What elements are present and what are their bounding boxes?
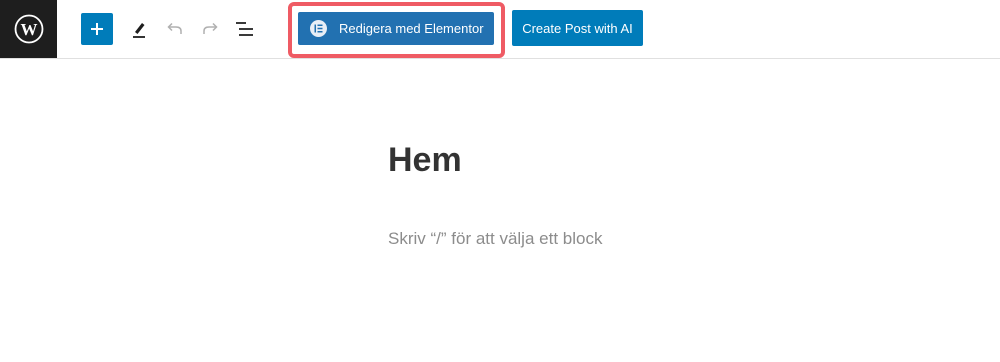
editor-toolbar: W Redigera med Elementor Create Post wit… [0,0,1000,59]
list-view-icon [236,22,253,36]
post-title[interactable]: Hem [388,138,462,182]
tools-button[interactable] [123,13,155,45]
elementor-icon [310,20,327,37]
redo-icon [203,22,218,34]
list-view-button[interactable] [229,13,261,45]
add-block-button[interactable] [81,13,113,45]
wordpress-logo-button[interactable]: W [0,0,57,58]
undo-icon [167,22,182,34]
undo-button[interactable] [159,13,191,45]
plus-icon [91,23,103,35]
edit-with-elementor-button[interactable]: Redigera med Elementor [298,12,494,45]
create-post-with-ai-button[interactable]: Create Post with AI [512,10,643,46]
redo-button[interactable] [194,13,226,45]
block-placeholder[interactable]: Skriv “/” för att välja ett block [388,228,602,250]
create-post-with-ai-label: Create Post with AI [522,20,633,36]
svg-text:W: W [20,20,37,39]
wordpress-logo-icon: W [14,14,43,44]
edit-with-elementor-label: Redigera med Elementor [339,21,484,36]
pencil-icon [133,23,145,38]
